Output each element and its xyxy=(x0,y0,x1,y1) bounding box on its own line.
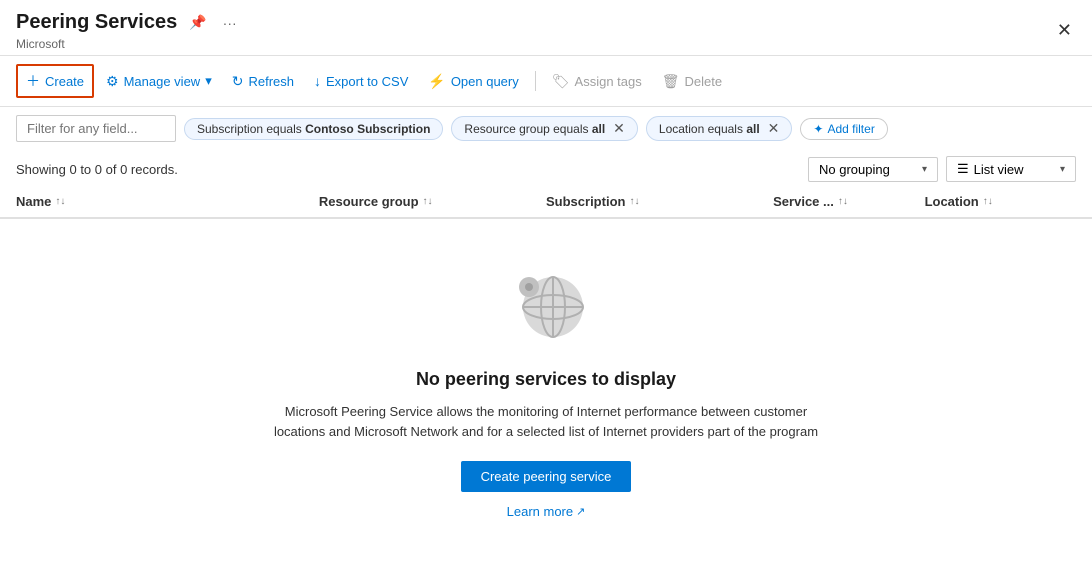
col-resource-group[interactable]: Resource group ↑↓ xyxy=(319,194,546,209)
subscription-filter-tag: Subscription equals Contoso Subscription xyxy=(184,118,443,140)
list-view-dropdown[interactable]: ☰ List view ▾ xyxy=(946,156,1076,182)
grouping-dropdown[interactable]: No grouping ▾ xyxy=(808,157,938,182)
subscription-sort-icon: ↑↓ xyxy=(629,196,639,207)
export-button[interactable]: ↓ Export to CSV xyxy=(306,68,416,94)
open-query-button[interactable]: ⚡ Open query xyxy=(420,68,526,95)
assign-tags-button[interactable]: 🏷 Assign tags xyxy=(544,68,650,95)
resource-group-sort-icon: ↑↓ xyxy=(423,196,433,207)
export-label: Export to CSV xyxy=(326,74,408,89)
pin-icon[interactable]: 📌 xyxy=(185,10,210,35)
toolbar-divider xyxy=(535,71,536,91)
refresh-label: Refresh xyxy=(248,74,294,89)
col-location[interactable]: Location ↑↓ xyxy=(925,194,1076,209)
toolbar: ＋ Create ⚙ Manage view ▾ ↻ Refresh ↓ Exp… xyxy=(0,56,1092,107)
delete-label: Delete xyxy=(685,74,723,89)
close-button[interactable]: ✕ xyxy=(1053,16,1076,45)
list-view-label: List view xyxy=(974,162,1024,177)
list-view-chevron-icon: ▾ xyxy=(1060,164,1065,175)
refresh-button[interactable]: ↻ Refresh xyxy=(224,68,302,95)
service-sort-icon: ↑↓ xyxy=(838,196,848,207)
trash-icon: 🗑 xyxy=(662,73,680,90)
list-view-icon: ☰ xyxy=(957,161,969,177)
table-header: Name ↑↓ Resource group ↑↓ Subscription ↑… xyxy=(0,186,1092,219)
plus-filter-icon: ✦ xyxy=(813,122,823,136)
location-filter-close[interactable]: ✕ xyxy=(768,120,780,137)
col-subscription[interactable]: Subscription ↑↓ xyxy=(546,194,773,209)
page-subtitle: Microsoft xyxy=(16,37,241,51)
tag-icon: 🏷 xyxy=(552,73,570,90)
header-left: Peering Services 📌 ··· Microsoft xyxy=(16,10,241,51)
globe-icon xyxy=(501,259,591,349)
empty-state: No peering services to display Microsoft… xyxy=(0,219,1092,559)
location-sort-icon: ↑↓ xyxy=(983,196,993,207)
location-filter-tag: Location equals all ✕ xyxy=(646,116,792,141)
learn-more-label: Learn more xyxy=(507,504,573,519)
create-button[interactable]: ＋ Create xyxy=(16,64,94,98)
manage-view-button[interactable]: ⚙ Manage view ▾ xyxy=(98,68,220,95)
records-count: Showing 0 to 0 of 0 records. xyxy=(16,162,178,177)
manage-view-label: Manage view xyxy=(124,74,201,89)
external-link-icon: ↗ xyxy=(576,505,585,518)
col-service[interactable]: Service ... ↑↓ xyxy=(773,194,924,209)
create-label: Create xyxy=(45,74,84,89)
delete-button[interactable]: 🗑 Delete xyxy=(654,68,730,95)
query-icon: ⚡ xyxy=(428,73,445,90)
more-options-icon[interactable]: ··· xyxy=(219,11,241,35)
assign-tags-label: Assign tags xyxy=(575,74,642,89)
download-icon: ↓ xyxy=(314,73,321,89)
view-controls: No grouping ▾ ☰ List view ▾ xyxy=(808,156,1076,182)
col-name[interactable]: Name ↑↓ xyxy=(16,194,319,209)
grouping-chevron-icon: ▾ xyxy=(922,164,927,175)
empty-state-description: Microsoft Peering Service allows the mon… xyxy=(266,402,826,441)
add-filter-label: Add filter xyxy=(827,122,874,136)
title-text: Peering Services xyxy=(16,11,177,34)
info-bar: Showing 0 to 0 of 0 records. No grouping… xyxy=(0,150,1092,186)
grouping-label: No grouping xyxy=(819,162,890,177)
page-header: Peering Services 📌 ··· Microsoft ✕ xyxy=(0,0,1092,56)
resource-group-filter-tag: Resource group equals all ✕ xyxy=(451,116,638,141)
add-filter-button[interactable]: ✦ Add filter xyxy=(800,118,887,140)
filters-bar: Subscription equals Contoso Subscription… xyxy=(0,107,1092,150)
learn-more-button[interactable]: Learn more ↗ xyxy=(507,504,586,519)
refresh-icon: ↻ xyxy=(232,73,244,90)
gear-icon: ⚙ xyxy=(106,73,119,90)
empty-state-title: No peering services to display xyxy=(416,369,676,390)
open-query-label: Open query xyxy=(451,74,519,89)
filter-input[interactable] xyxy=(16,115,176,142)
create-peering-service-button[interactable]: Create peering service xyxy=(461,461,632,492)
page-title: Peering Services 📌 ··· xyxy=(16,10,241,35)
plus-icon: ＋ xyxy=(26,71,40,91)
name-sort-icon: ↑↓ xyxy=(55,196,65,207)
empty-state-desc-text: Microsoft Peering Service allows the mon… xyxy=(274,404,818,439)
chevron-down-icon: ▾ xyxy=(205,73,212,89)
resource-group-filter-close[interactable]: ✕ xyxy=(613,120,625,137)
